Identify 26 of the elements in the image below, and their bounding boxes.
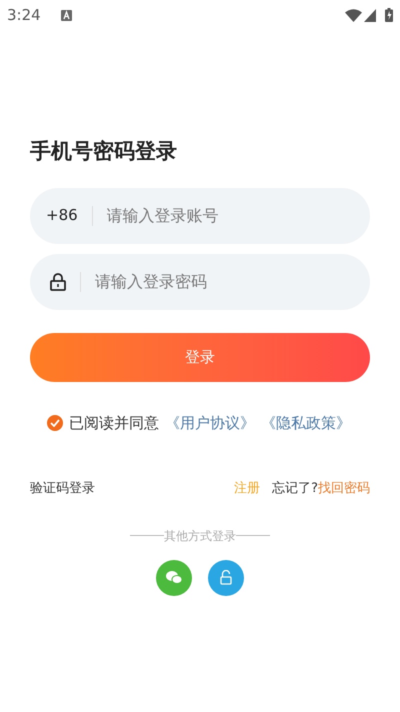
unlock-login-button[interactable]: [208, 560, 244, 596]
login-button[interactable]: 登录: [30, 332, 370, 382]
account-input[interactable]: 请输入登录账号: [106, 204, 354, 228]
signal-icon: [364, 8, 376, 22]
keyboard-indicator-icon: [60, 10, 72, 20]
unlock-icon: [220, 570, 232, 585]
page-title: 手机号密码登录: [30, 138, 178, 165]
check-icon: [50, 418, 60, 427]
wifi-icon: [345, 8, 362, 22]
password-field[interactable]: 请输入登录密码: [30, 254, 370, 310]
lock-icon: [50, 272, 66, 290]
policy-link[interactable]: 《用户协议》: [165, 412, 255, 434]
other-login-label: 其他方式登录: [164, 528, 236, 544]
sms-login-link[interactable]: 验证码登录: [30, 479, 95, 498]
policy-link[interactable]: 《隐私政策》: [261, 412, 351, 434]
recover-password-link[interactable]: 找回密码: [318, 479, 370, 498]
status-time: 3:24: [7, 4, 41, 26]
forgot-text: 忘记了?: [272, 480, 318, 498]
agreement-checkbox[interactable]: [47, 414, 63, 431]
country-code[interactable]: +86: [46, 204, 78, 227]
chat-bubbles-icon: [165, 570, 183, 585]
password-input[interactable]: 请输入登录密码: [95, 270, 350, 294]
account-field[interactable]: +86 请输入登录账号: [30, 188, 370, 244]
chat-login-button[interactable]: [156, 560, 192, 596]
agreement-text: 已阅读并同意: [69, 412, 159, 434]
battery-icon: [385, 8, 393, 22]
